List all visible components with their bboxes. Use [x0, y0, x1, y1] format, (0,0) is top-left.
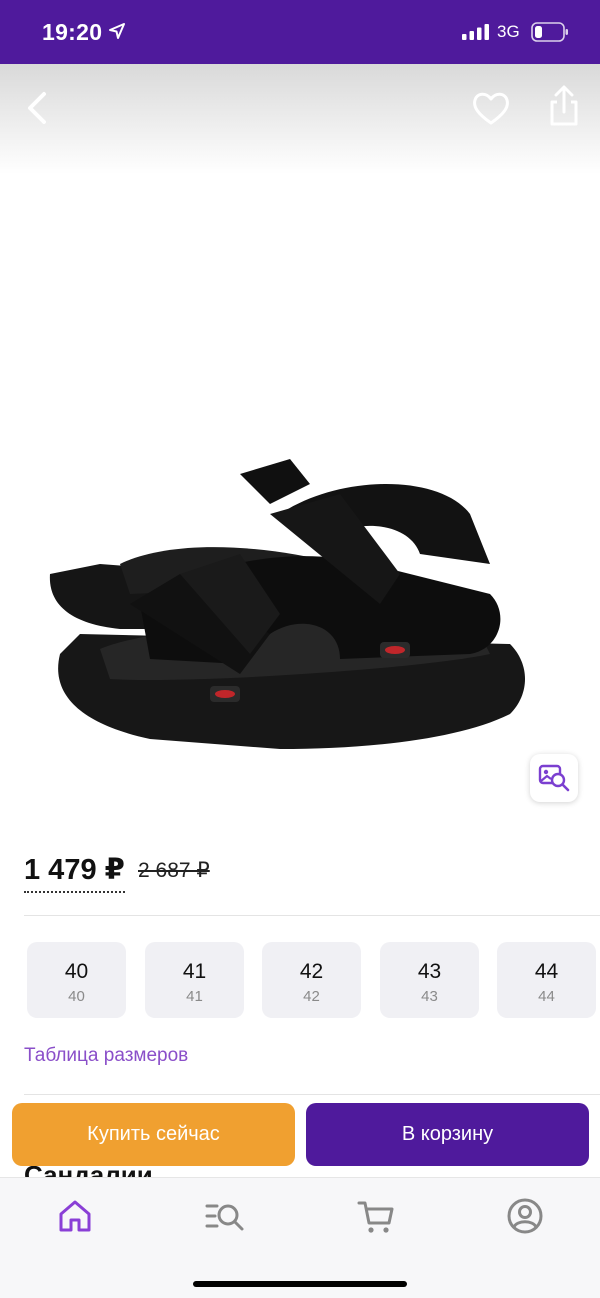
- visual-search-icon: [538, 764, 570, 792]
- product-photo-area[interactable]: [0, 64, 600, 826]
- home-icon[interactable]: [55, 1196, 95, 1236]
- size-sublabel: 44: [538, 988, 555, 1005]
- location-arrow-icon: [109, 23, 125, 39]
- status-bar: 19:20 3G: [0, 0, 600, 64]
- buy-now-button[interactable]: Купить сейчас: [12, 1103, 295, 1166]
- size-label: 44: [534, 960, 559, 983]
- size-label: 42: [299, 960, 324, 983]
- tab-bar: [0, 1177, 600, 1298]
- share-icon[interactable]: [544, 84, 584, 128]
- size-chip[interactable]: 40 40: [27, 942, 126, 1018]
- signal-icon: [462, 24, 489, 40]
- size-chip[interactable]: 41 41: [145, 942, 244, 1018]
- add-to-cart-button[interactable]: В корзину: [306, 1103, 589, 1166]
- back-icon[interactable]: [20, 86, 54, 130]
- network-type: 3G: [497, 22, 520, 41]
- home-indicator[interactable]: [193, 1281, 407, 1287]
- divider: [24, 915, 600, 916]
- heart-icon[interactable]: [470, 88, 512, 128]
- size-chip[interactable]: 43 43: [380, 942, 479, 1018]
- battery-icon: [531, 22, 568, 42]
- size-label: 40: [64, 960, 89, 983]
- price-row: 1 479 ₽ 2 687 ₽: [24, 852, 584, 893]
- price-current[interactable]: 1 479 ₽: [24, 852, 125, 893]
- size-sublabel: 40: [68, 988, 85, 1005]
- size-chip[interactable]: 44 44: [497, 942, 596, 1018]
- size-label: 43: [417, 960, 442, 983]
- size-sublabel: 43: [421, 988, 438, 1005]
- size-label: 41: [182, 960, 207, 983]
- size-sublabel: 41: [186, 988, 203, 1005]
- profile-icon[interactable]: [505, 1196, 545, 1236]
- price-old: 2 687 ₽: [138, 859, 210, 882]
- size-chip[interactable]: 42 42: [262, 942, 361, 1018]
- size-table-link[interactable]: Таблица размеров: [24, 1045, 188, 1067]
- visual-search-button[interactable]: [530, 754, 578, 802]
- size-sublabel: 42: [303, 988, 320, 1005]
- status-time: 19:20: [42, 19, 103, 45]
- product-image: [49, 459, 525, 749]
- divider: [24, 1094, 600, 1095]
- catalog-search-icon[interactable]: [205, 1196, 245, 1236]
- cart-icon[interactable]: [356, 1196, 396, 1236]
